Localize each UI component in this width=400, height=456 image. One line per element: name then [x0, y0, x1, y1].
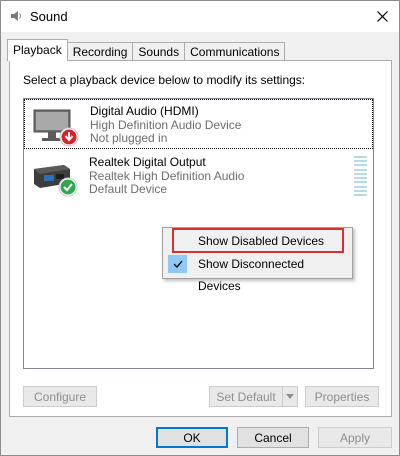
device-item-realtek[interactable]: Realtek Digital Output Realtek High Defi… — [24, 151, 373, 201]
context-menu: Show Disabled Devices Show Disconnected … — [162, 227, 353, 293]
configure-button[interactable]: Configure — [23, 386, 97, 407]
device-status: Not plugged in — [90, 131, 168, 145]
tab-strip: Playback Recording Sounds Communications — [7, 39, 286, 61]
tab-sounds[interactable]: Sounds — [132, 42, 186, 61]
chevron-down-icon — [286, 394, 294, 399]
device-status: Default Device — [89, 182, 168, 196]
volume-level-meter — [354, 156, 367, 196]
menu-item-label: Show Disconnected Devices — [198, 257, 305, 293]
title-bar: Sound — [1, 1, 399, 32]
monitor-icon — [31, 104, 79, 148]
close-button[interactable] — [365, 1, 399, 32]
menu-item-show-disconnected[interactable]: Show Disconnected Devices — [165, 253, 350, 293]
properties-button[interactable]: Properties — [305, 386, 379, 407]
set-default-dropdown[interactable] — [282, 386, 298, 407]
tab-playback[interactable]: Playback — [7, 39, 68, 61]
down-arrow-badge-icon — [59, 127, 79, 147]
device-driver: High Definition Audio Device — [90, 118, 242, 132]
checkmark-badge-icon — [58, 177, 78, 197]
set-default-button[interactable]: Set Default — [209, 386, 283, 407]
device-name: Realtek Digital Output — [89, 155, 206, 169]
digital-output-icon — [30, 155, 78, 199]
device-name: Digital Audio (HDMI) — [90, 104, 199, 118]
window-title: Sound — [30, 9, 68, 24]
tab-communications[interactable]: Communications — [184, 42, 286, 61]
close-icon — [376, 11, 388, 22]
cancel-button[interactable]: Cancel — [237, 427, 309, 448]
device-driver: Realtek High Definition Audio — [89, 169, 245, 183]
device-item-hdmi[interactable]: Digital Audio (HDMI) High Definition Aud… — [24, 99, 373, 149]
instruction-text: Select a playback device below to modify… — [23, 73, 306, 87]
menu-item-show-disabled[interactable]: Show Disabled Devices — [165, 230, 350, 252]
speaker-icon — [9, 9, 23, 23]
ok-button[interactable]: OK — [156, 427, 228, 448]
apply-button[interactable]: Apply — [318, 427, 392, 448]
tab-recording[interactable]: Recording — [66, 42, 134, 61]
checkmark-icon — [168, 255, 187, 273]
sound-dialog: Sound Playback Recording Sounds Communic… — [0, 0, 400, 456]
menu-item-label: Show Disabled Devices — [198, 234, 325, 248]
